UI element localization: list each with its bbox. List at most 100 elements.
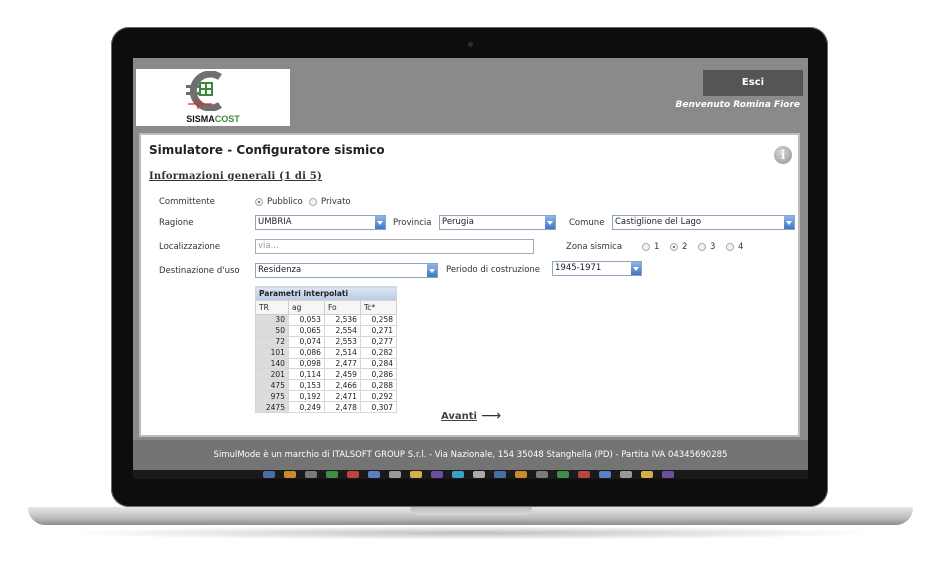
table-cell: 0,098 <box>287 357 325 370</box>
table-body: 30 0,053 2,536 0,258 50 0,065 2,554 0,271 72 0,07… <box>255 314 398 414</box>
dock-app-icon[interactable] <box>326 471 338 478</box>
welcome-text: Benvenuto Romina Fiore <box>675 100 800 110</box>
radio-zona-2[interactable]: 2 <box>670 242 687 252</box>
form-panel: Simulatore - Configuratore sismico i Inf… <box>139 133 800 437</box>
periodo-select[interactable]: 1945-1971 <box>552 261 642 276</box>
table-row: 72 0,074 2,553 0,277 <box>255 335 398 348</box>
dock-app-icon[interactable] <box>431 471 443 478</box>
table-cell: 475 <box>255 379 289 392</box>
app-header: SISMACOST Esci Benvenuto Romina Fiore <box>133 58 808 130</box>
dock-app-icon[interactable] <box>641 471 653 478</box>
zona-label: Zona sismica <box>566 242 623 252</box>
radio-zona-3[interactable]: 3 <box>698 242 715 252</box>
chevron-down-icon <box>375 216 385 229</box>
arrow-right-icon[interactable]: ⟶ <box>481 408 501 424</box>
radio-privato[interactable]: Privato <box>309 197 351 207</box>
table-cell: 2,478 <box>323 401 361 414</box>
dock-app-icon[interactable] <box>557 471 569 478</box>
table-cell: 0,114 <box>287 368 325 381</box>
dock-app-icon[interactable] <box>662 471 674 478</box>
table-cell: 2,554 <box>323 324 361 337</box>
info-icon[interactable]: i <box>774 146 792 164</box>
dock-app-icon[interactable] <box>620 471 632 478</box>
table-cell: 0,284 <box>359 357 398 370</box>
laptop-shadow <box>60 526 880 540</box>
screen: SISMACOST Esci Benvenuto Romina Fiore Si… <box>133 58 808 479</box>
footer: SimulMode è un marchio di ITALSOFT GROUP… <box>133 440 808 470</box>
table-row: 140 0,098 2,477 0,284 <box>255 357 398 370</box>
content-area: Simulatore - Configuratore sismico i Inf… <box>133 130 808 440</box>
dock-app-icon[interactable] <box>368 471 380 478</box>
dock-app-icon[interactable] <box>494 471 506 478</box>
radio-dot <box>309 198 317 206</box>
comune-select[interactable]: Castiglione del Lago <box>612 215 795 230</box>
radio-dot <box>726 243 734 251</box>
radio-zona-4[interactable]: 4 <box>726 242 743 252</box>
table-cell: 101 <box>255 346 289 359</box>
ragione-select[interactable]: UMBRIA <box>255 215 386 230</box>
table-cell: 2,459 <box>323 368 361 381</box>
dock-app-icon[interactable] <box>389 471 401 478</box>
destinazione-select[interactable]: Residenza <box>255 263 438 278</box>
next-button[interactable]: Avanti <box>441 411 477 422</box>
provincia-select[interactable]: Perugia <box>439 215 556 230</box>
camera-icon <box>468 42 473 47</box>
table-cell: 50 <box>255 324 289 337</box>
table-cell: 0,258 <box>359 314 398 326</box>
column-header: TR <box>255 300 289 315</box>
dock-app-icon[interactable] <box>284 471 296 478</box>
table-cell: 0,065 <box>287 324 325 337</box>
logout-button[interactable]: Esci <box>703 70 803 96</box>
table-cell: 0,292 <box>359 390 398 403</box>
radio-dot <box>670 243 678 251</box>
table-cell: 140 <box>255 357 289 370</box>
table-row: 201 0,114 2,459 0,286 <box>255 368 398 381</box>
dock-app-icon[interactable] <box>347 471 359 478</box>
dock-app-icon[interactable] <box>452 471 464 478</box>
table-cell: 0,277 <box>359 335 398 348</box>
column-header: Fo <box>323 300 361 315</box>
radio-zona-1[interactable]: 1 <box>642 242 659 252</box>
chevron-down-icon <box>631 262 641 275</box>
logo: SISMACOST <box>136 69 290 126</box>
table-cell: 0,074 <box>287 335 325 348</box>
radio-pubblico[interactable]: Pubblico <box>255 197 303 207</box>
table-cell: 2,553 <box>323 335 361 348</box>
table-cell: 0,153 <box>287 379 325 392</box>
dock-app-icon[interactable] <box>599 471 611 478</box>
column-header: Tc* <box>359 300 398 315</box>
dock-app-icon[interactable] <box>536 471 548 478</box>
table-cell: 0,053 <box>287 314 325 326</box>
euro-logo-icon <box>186 71 222 111</box>
table-cell: 0,249 <box>287 401 325 414</box>
periodo-label: Periodo di costruzione <box>446 265 541 275</box>
table-cell: 0,192 <box>287 390 325 403</box>
table-row: 50 0,065 2,554 0,271 <box>255 324 398 337</box>
table-cell: 2,466 <box>323 379 361 392</box>
table-cell: 2,536 <box>323 314 361 326</box>
laptop-base-notch <box>410 507 532 515</box>
chevron-down-icon <box>427 264 437 277</box>
localizzazione-input[interactable]: via... <box>255 239 534 254</box>
table-cell: 2,514 <box>323 346 361 359</box>
dock-app-icon[interactable] <box>515 471 527 478</box>
dock-app-icon[interactable] <box>410 471 422 478</box>
table-cell: 2475 <box>255 401 289 414</box>
dock-app-icon[interactable] <box>305 471 317 478</box>
radio-dot <box>642 243 650 251</box>
table-row: 975 0,192 2,471 0,292 <box>255 390 398 403</box>
dock-app-icon[interactable] <box>473 471 485 478</box>
chevron-down-icon <box>784 216 794 229</box>
dock-app-icon[interactable] <box>578 471 590 478</box>
dock-app-icon[interactable] <box>263 471 275 478</box>
ragione-label: Ragione <box>159 218 194 228</box>
table-cell: 0,286 <box>359 368 398 381</box>
table-row: 2475 0,249 2,478 0,307 <box>255 401 398 414</box>
table-cell: 30 <box>255 314 289 326</box>
table-cell: 72 <box>255 335 289 348</box>
table-cell: 201 <box>255 368 289 381</box>
table-cell: 975 <box>255 390 289 403</box>
table-cell: 2,471 <box>323 390 361 403</box>
comune-label: Comune <box>569 218 605 228</box>
logo-text: SISMACOST <box>186 114 240 124</box>
